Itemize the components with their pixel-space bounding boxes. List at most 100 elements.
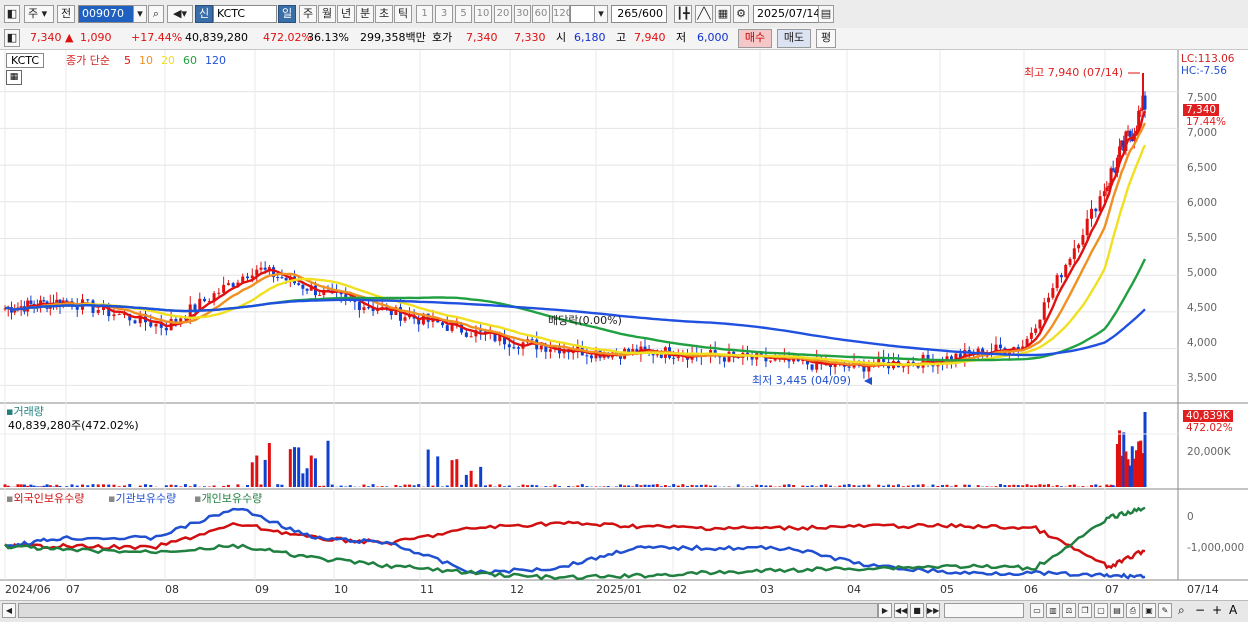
split-icon[interactable]: ▥ (1046, 603, 1060, 618)
candle-body (232, 283, 235, 287)
volume-bar (327, 441, 330, 487)
volume-bar (644, 485, 647, 487)
tile-icon[interactable]: ▤ (1110, 603, 1124, 618)
compare-icon[interactable]: ⚖ (1062, 603, 1076, 618)
candle-type-icon[interactable]: ┃╋ (674, 5, 692, 23)
x-axis-label: 02 (673, 583, 687, 596)
interval-1-button[interactable]: 1 (416, 5, 433, 23)
quote-toggle-icon[interactable]: ◧ (4, 29, 20, 47)
draw-tool-icon[interactable]: ╱╲ (695, 5, 713, 23)
holdings-y-tick-0: 0 (1187, 511, 1194, 523)
volume-bar (853, 485, 856, 487)
sell-button[interactable]: 매도 (777, 29, 811, 48)
prev-button[interactable]: 전 (57, 5, 75, 23)
print-icon[interactable]: ⎙ (1126, 603, 1140, 618)
volume-bar (709, 486, 712, 487)
volume-bar (340, 486, 343, 487)
font-icon[interactable]: A (1229, 604, 1237, 617)
range-dropdown-icon[interactable]: ▾ (594, 5, 608, 23)
volume-bar (1030, 485, 1033, 487)
scroll-track[interactable] (18, 603, 878, 618)
rewind-icon[interactable]: ◀◀ (894, 603, 908, 618)
eval-button[interactable]: 평 (816, 29, 836, 48)
volume-bar (897, 484, 900, 487)
grid-icon[interactable]: ▦ (715, 5, 731, 23)
candle-body (86, 299, 89, 300)
calendar-icon[interactable]: ▤ (818, 5, 834, 23)
zoom-in-icon[interactable]: + (1212, 604, 1222, 617)
window-menu-icon[interactable]: ◧ (4, 5, 20, 23)
layout-icon[interactable]: ▭ (1030, 603, 1044, 618)
zoom-slider[interactable] (944, 603, 1024, 618)
interval-10-button[interactable]: 10 (474, 5, 492, 23)
volume-bar (1012, 485, 1015, 487)
volume-bar (189, 486, 192, 487)
candle-body (1051, 288, 1054, 298)
volume-bar (668, 486, 671, 487)
volume-bar (372, 484, 375, 487)
window-icon[interactable]: ▢ (1094, 603, 1108, 618)
code-dropdown-icon[interactable]: ▾ (133, 5, 147, 23)
candle-body (922, 355, 925, 368)
chart-canvas[interactable] (0, 50, 1248, 600)
volume-bar (922, 484, 925, 487)
interval-3-button[interactable]: 3 (435, 5, 453, 23)
table-icon[interactable]: ▦ (6, 70, 22, 85)
stock-name-field[interactable]: KCTC (213, 5, 277, 23)
period-5-button[interactable]: 초 (375, 5, 393, 23)
volume-title: ▪거래량 (6, 405, 44, 418)
interval-120-button[interactable]: 120 (552, 5, 570, 23)
buy-button[interactable]: 매수 (738, 29, 772, 48)
volume-bar (677, 486, 680, 487)
date-field[interactable]: 2025/07/14 (753, 5, 821, 23)
candle-body (677, 357, 680, 358)
volume-bar (394, 485, 397, 487)
volume-bar (276, 484, 279, 487)
scroll-left-icon[interactable]: ◀ (2, 603, 16, 618)
candle-body (446, 325, 449, 331)
market-select[interactable]: 주 ▾ (24, 5, 54, 23)
volume-bar (615, 486, 618, 487)
volume-bar (251, 462, 254, 487)
search-icon[interactable]: ⌕ (148, 5, 164, 23)
period-3-button[interactable]: 년 (337, 5, 355, 23)
chart-area[interactable]: KCTC 종가 단순 5102060120 ▦ LC:113.06 HC:-7.… (0, 50, 1248, 600)
pin-icon[interactable]: ✎ (1158, 603, 1172, 618)
quote-bar: ◧ 7,340 ▲ 1,090 +17.44% 40,839,280 472.0… (0, 28, 1248, 50)
stock-code-input[interactable]: 009070 (78, 5, 136, 23)
volume-bar (39, 486, 42, 487)
interval-60-button[interactable]: 60 (532, 5, 550, 23)
save-icon[interactable]: ▣ (1142, 603, 1156, 618)
fast-forward-icon[interactable]: ▶▶ (926, 603, 940, 618)
speaker-icon[interactable]: ◀▾ (167, 5, 193, 23)
stop-icon[interactable]: ■ (910, 603, 924, 618)
zoom-out-icon[interactable]: − (1195, 604, 1205, 617)
gear-icon[interactable]: ⚙ (733, 5, 749, 23)
period-0-button[interactable]: 일 (278, 5, 296, 23)
period-4-button[interactable]: 분 (356, 5, 374, 23)
copy-icon[interactable]: ❐ (1078, 603, 1092, 618)
volume-bar (331, 485, 334, 487)
period-1-button[interactable]: 주 (299, 5, 317, 23)
x-axis-label: 08 (165, 583, 179, 596)
volume-bar (553, 484, 556, 487)
volume-bar (946, 485, 949, 487)
volume-bar (1043, 485, 1046, 487)
zoom-icon[interactable]: ⌕ (1178, 604, 1185, 617)
candle-body (155, 324, 158, 327)
volume-bar (427, 450, 430, 487)
period-2-button[interactable]: 월 (318, 5, 336, 23)
period-6-button[interactable]: 틱 (394, 5, 412, 23)
interval-5-button[interactable]: 5 (455, 5, 472, 23)
interval-20-button[interactable]: 20 (494, 5, 512, 23)
bar-count-field[interactable]: 265/600 (611, 5, 667, 23)
candle-body (344, 294, 347, 297)
volume-bar (1144, 412, 1147, 487)
volume-bar (544, 486, 547, 487)
volume-bar (165, 485, 168, 487)
interval-30-button[interactable]: 30 (514, 5, 531, 23)
candle-body (76, 307, 79, 310)
candle-body (848, 367, 851, 368)
candle-body (644, 347, 647, 350)
scroll-right-icon[interactable]: ▶ (878, 603, 892, 618)
